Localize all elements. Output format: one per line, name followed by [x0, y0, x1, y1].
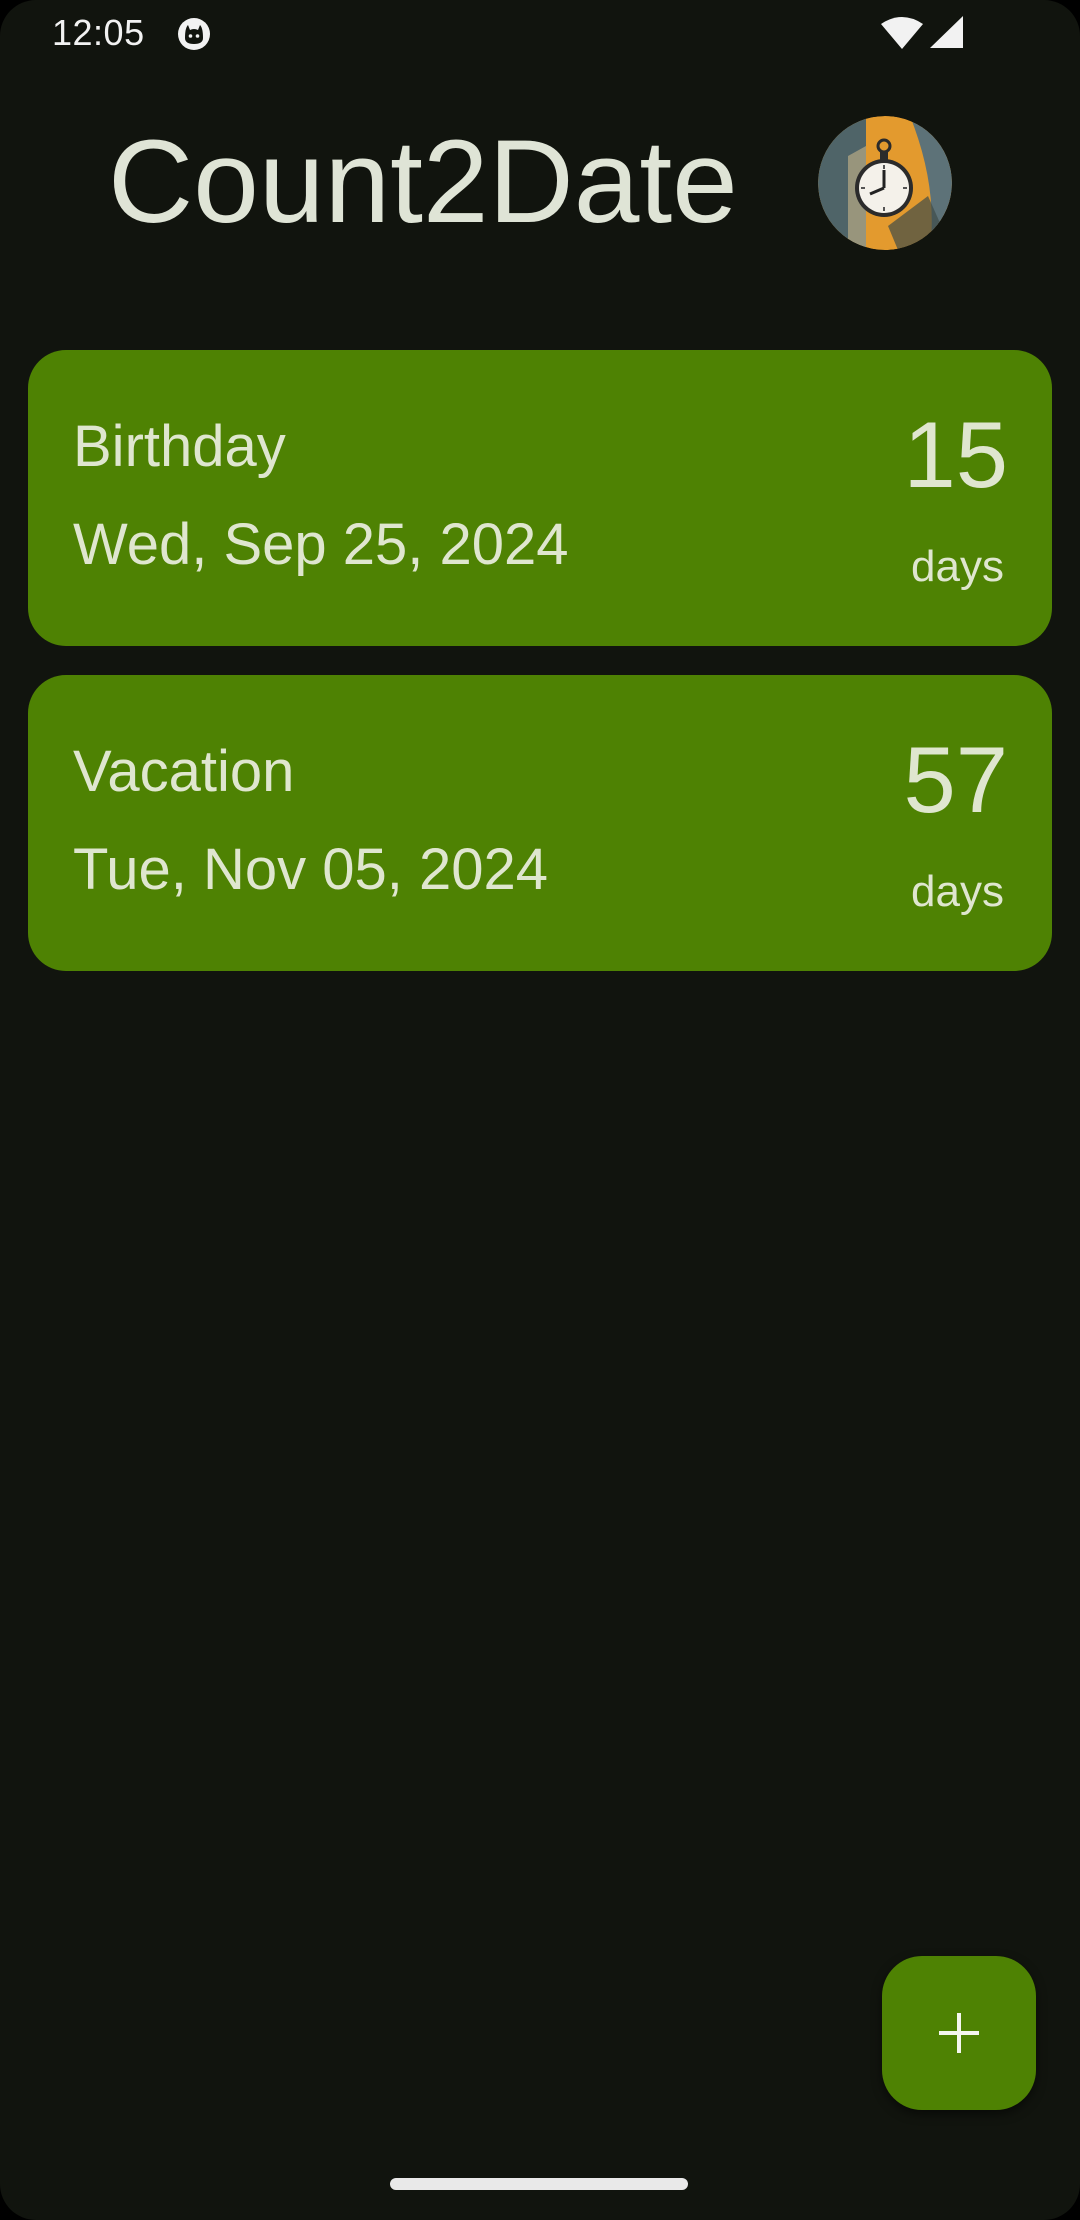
app-title: Count2Date	[108, 116, 738, 248]
days-remaining-count: 57	[903, 727, 1008, 832]
days-unit-label: days	[911, 867, 1004, 916]
event-card-vacation[interactable]: Vacation Tue, Nov 05, 2024 57 days	[28, 675, 1052, 971]
event-date: Tue, Nov 05, 2024	[73, 837, 549, 902]
status-time: 12:05	[52, 12, 145, 53]
wifi-icon	[881, 17, 923, 49]
days-remaining-count: 15	[903, 402, 1008, 507]
cat-notification-icon	[178, 18, 210, 50]
cellular-signal-icon	[930, 16, 963, 48]
status-bar: 12:05	[0, 0, 1080, 66]
event-name: Vacation	[73, 739, 295, 804]
event-date: Wed, Sep 25, 2024	[73, 512, 569, 577]
gesture-nav-handle[interactable]	[390, 2178, 688, 2190]
app-screen: 12:05 Count2Date Birthday Wed, Sep 25, 2…	[0, 0, 1080, 2220]
event-card-birthday[interactable]: Birthday Wed, Sep 25, 2024 15 days	[28, 350, 1052, 646]
plus-icon	[939, 2013, 979, 2053]
add-event-button[interactable]	[882, 1956, 1036, 2110]
days-unit-label: days	[911, 542, 1004, 591]
stopwatch-logo-icon	[818, 116, 952, 250]
event-name: Birthday	[73, 414, 286, 479]
